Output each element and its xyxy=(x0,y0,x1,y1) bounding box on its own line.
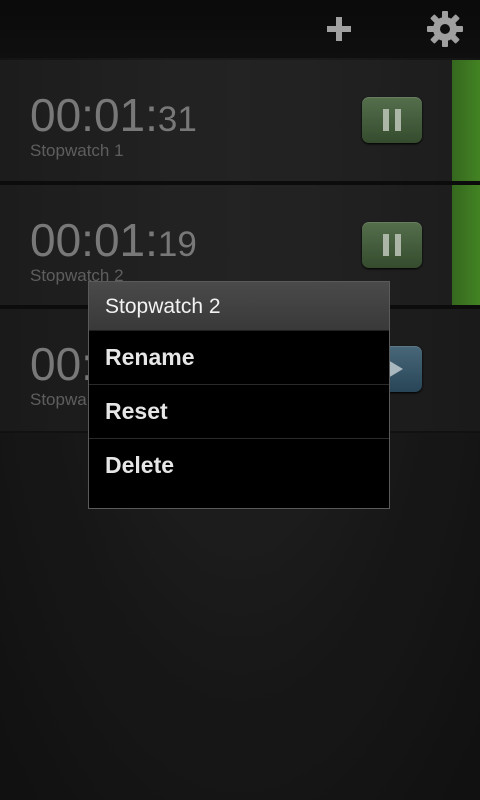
menu-item-rename[interactable]: Rename xyxy=(89,331,389,385)
menu-item-delete[interactable]: Delete xyxy=(89,439,389,492)
stopwatch-app-screen: 00:01:31 Stopwatch 1 00:01:19 Stopwatch … xyxy=(0,0,480,800)
context-menu-title: Stopwatch 2 xyxy=(89,282,389,331)
menu-item-reset[interactable]: Reset xyxy=(89,385,389,439)
context-menu: Stopwatch 2 Rename Reset Delete xyxy=(88,281,390,509)
